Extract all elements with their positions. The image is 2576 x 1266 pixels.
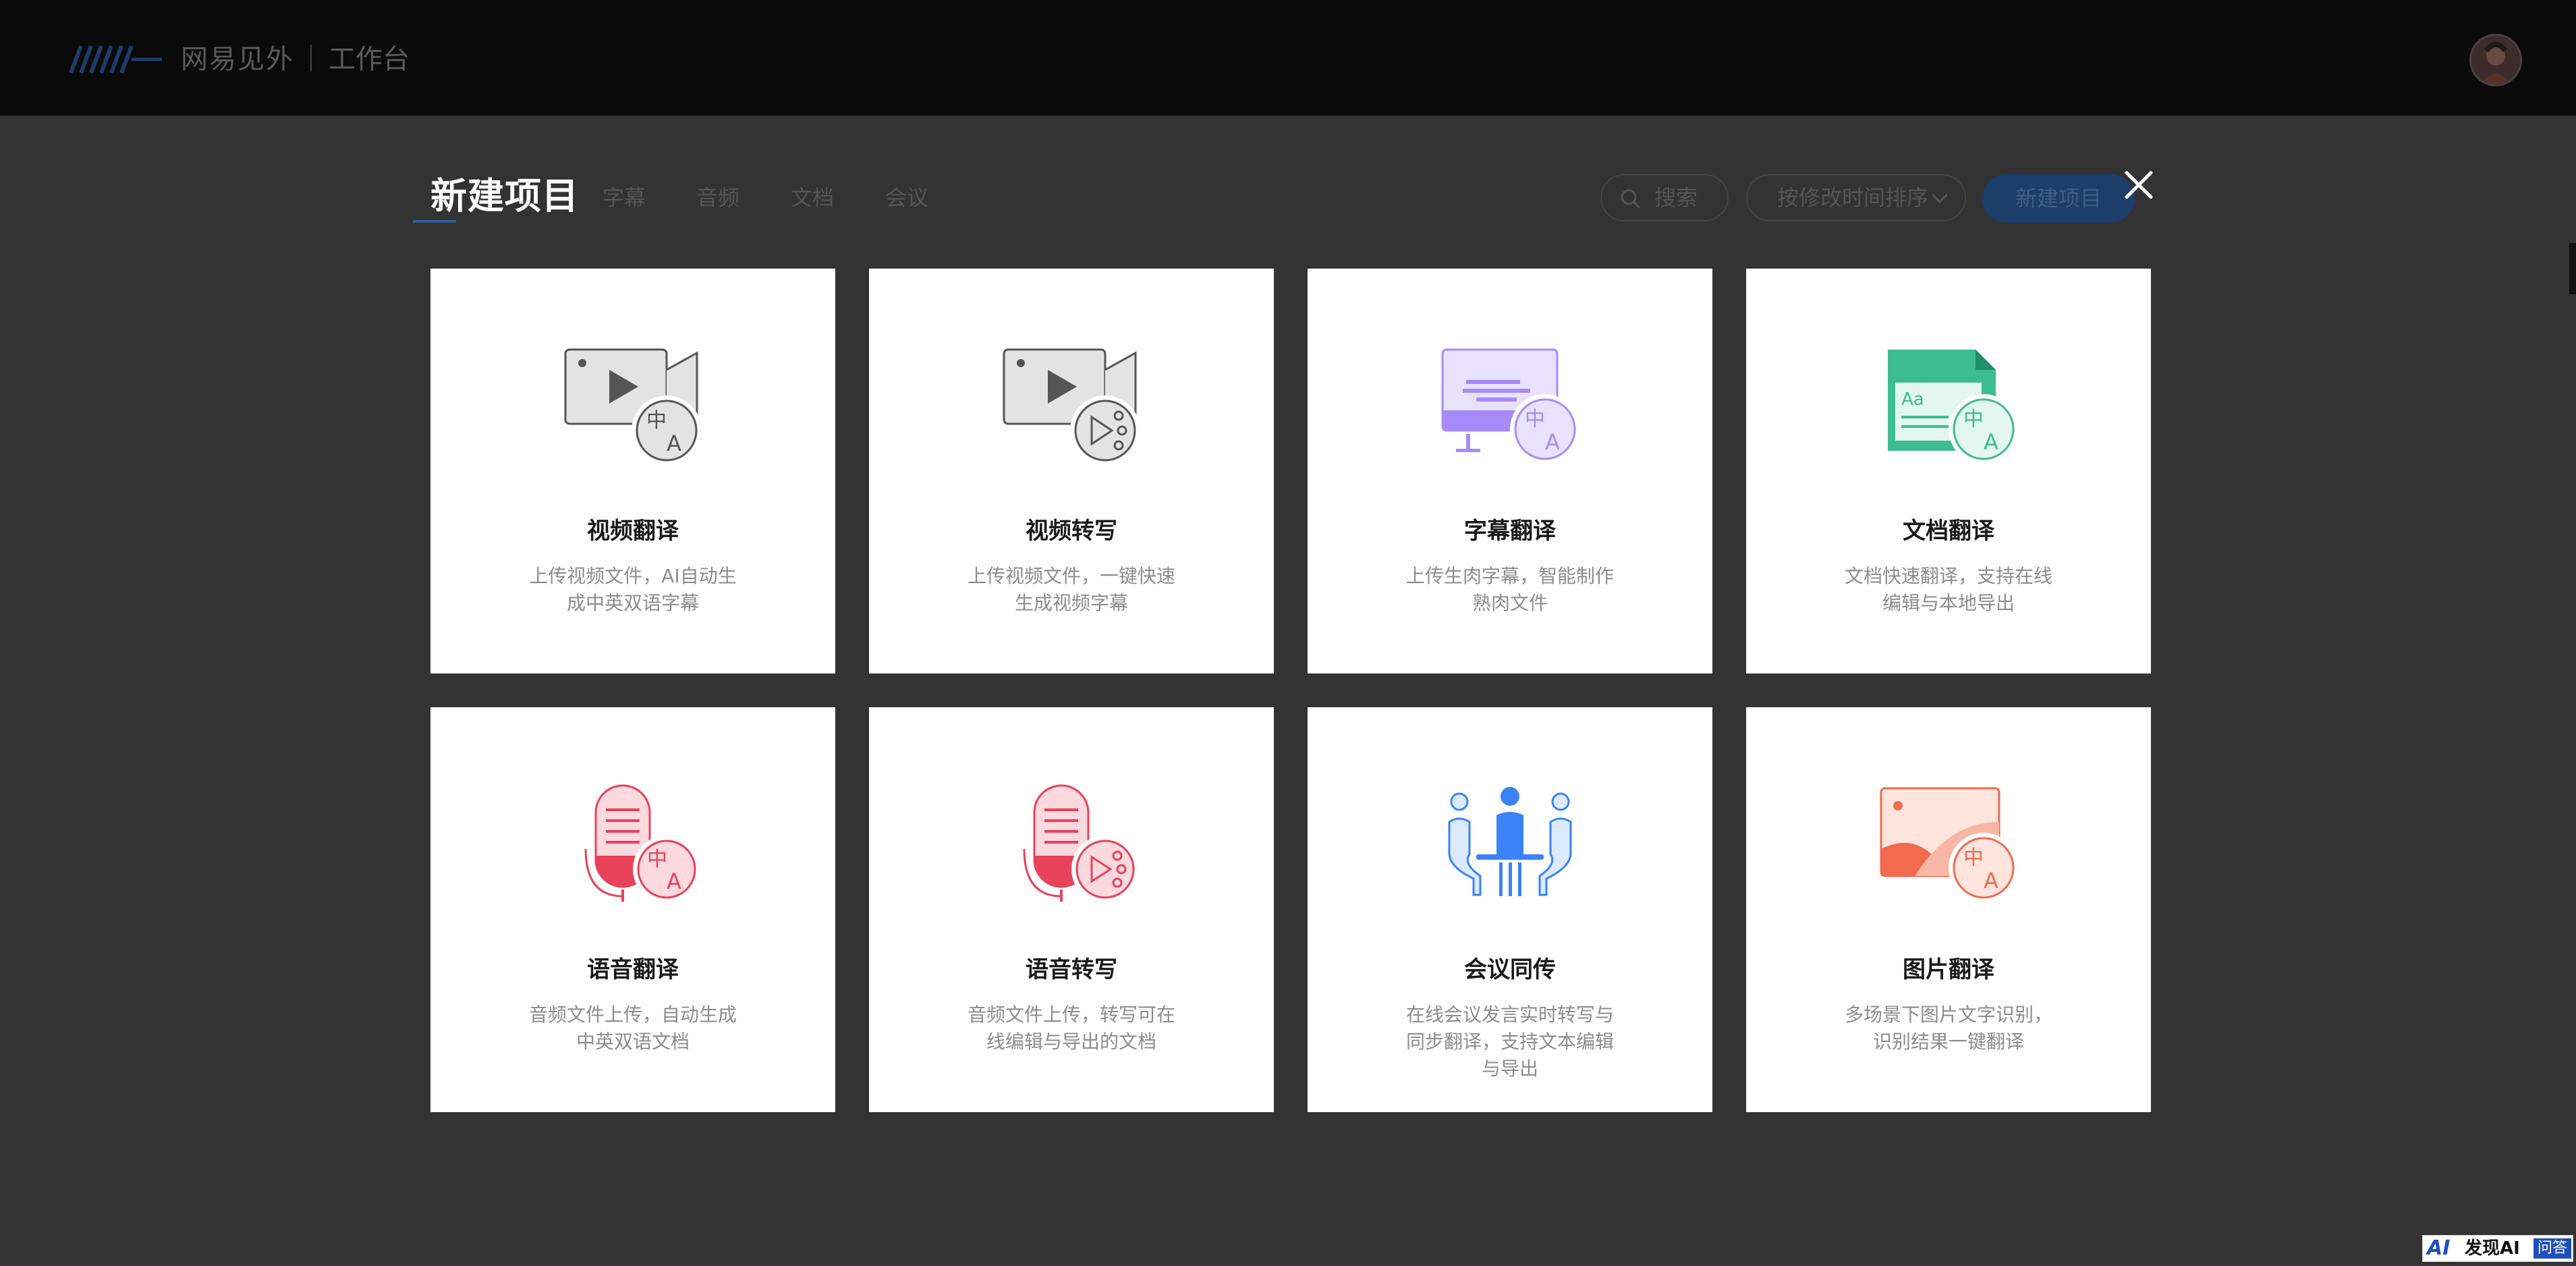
card-title: 会议同传: [1464, 956, 1556, 983]
search-placeholder: 搜索: [1654, 185, 1698, 211]
card-title: 图片翻译: [1903, 956, 1994, 983]
watermark-qa: 问答: [2533, 1238, 2571, 1259]
search-input: 搜索: [1600, 174, 1729, 221]
avatar-image-icon: [2471, 36, 2520, 84]
tab-meeting: 会议: [885, 185, 929, 211]
sort-dropdown: 按修改时间排序: [1746, 174, 1966, 221]
tab-subtitle: 字幕: [603, 185, 646, 211]
svg-text:中: 中: [646, 409, 667, 433]
card-video-transcribe[interactable]: 视频转写 上传视频文件，一键快速生成视频字幕: [869, 269, 1274, 673]
card-title: 视频转写: [1026, 518, 1117, 545]
card-description: 在线会议发言实时转写与同步翻译，支持文本编辑与导出: [1405, 1003, 1614, 1080]
card-title: 视频翻译: [587, 518, 679, 545]
tab-document: 文档: [791, 185, 835, 211]
tab-audio: 音频: [696, 185, 740, 211]
close-icon: [2125, 171, 2153, 199]
sort-label: 按修改时间排序: [1777, 185, 1929, 211]
dialog-title: 新建项目: [430, 175, 579, 217]
svg-text:A: A: [1984, 429, 1998, 455]
card-description: 多场景下图片文字识别，识别结果一键翻译: [1844, 1003, 2052, 1053]
card-audio-translate[interactable]: 中 A 语音翻译 音频文件上传，自动生成中英双语文档: [430, 707, 835, 1112]
new-project-button-underlay: 新建项目: [1982, 174, 2135, 223]
image-translate-icon: 中 A: [1874, 781, 2023, 903]
chevron-down-icon: [1931, 193, 1949, 204]
audio-translate-icon: 中 A: [559, 781, 707, 903]
svg-text:A: A: [667, 869, 681, 894]
card-meeting-interpret[interactable]: 会议同传 在线会议发言实时转写与同步翻译，支持文本编辑与导出: [1308, 707, 1712, 1112]
card-description: 上传视频文件，一键快速生成视频字幕: [967, 565, 1175, 614]
card-description: 上传视频文件，AI自动生成中英双语字幕: [529, 565, 737, 614]
brand-divider: [310, 45, 312, 72]
card-title: 字幕翻译: [1464, 518, 1556, 545]
svg-text:中: 中: [1963, 408, 1984, 431]
watermark-ai-logo: AI: [2427, 1236, 2451, 1260]
card-title: 语音转写: [1026, 956, 1117, 983]
svg-text:中: 中: [1525, 408, 1545, 431]
video-translate-icon: 中 A: [559, 343, 707, 464]
scrollbar-thumb: [2569, 243, 2576, 294]
user-avatar[interactable]: [2469, 34, 2522, 86]
svg-text:中: 中: [647, 848, 667, 871]
card-video-translate[interactable]: 中 A 视频翻译 上传视频文件，AI自动生成中英双语字幕: [430, 269, 835, 673]
svg-text:中: 中: [1963, 846, 1984, 870]
card-description: 文档快速翻译，支持在线编辑与本地导出: [1844, 565, 2052, 614]
card-document-translate[interactable]: Aa 中 A 文档翻译 文档快速翻译，支持在线编辑与本地导出: [1746, 269, 2151, 673]
workspace-label: 工作台: [329, 44, 410, 75]
brand-name: 网易见外: [181, 44, 294, 75]
card-title: 语音翻译: [587, 956, 679, 983]
card-description: 音频文件上传，自动生成中英双语文档: [528, 1003, 737, 1053]
audio-transcribe-icon: [997, 781, 1146, 903]
close-button[interactable]: [2119, 165, 2159, 205]
meeting-interpret-icon: [1436, 781, 1584, 903]
svg-text:A: A: [1984, 868, 1998, 893]
card-subtitle-translate[interactable]: 中 A 字幕翻译 上传生肉字幕，智能制作熟肉文件: [1308, 269, 1712, 673]
document-translate-icon: Aa 中 A: [1874, 343, 2023, 464]
subtitle-translate-icon: 中 A: [1436, 343, 1584, 464]
top-navigation-bar: 网易见外 工作台: [0, 0, 2576, 116]
search-icon: [1621, 189, 1641, 209]
video-transcribe-icon: [997, 343, 1146, 464]
card-description: 上传生肉字幕，智能制作熟肉文件: [1405, 565, 1614, 614]
watermark-text: 发现AI: [2465, 1238, 2520, 1259]
card-title: 文档翻译: [1903, 518, 1994, 545]
svg-text:Aa: Aa: [1901, 389, 1924, 410]
brand-logo-icon: [69, 45, 162, 74]
svg-text:A: A: [667, 431, 681, 456]
card-description: 音频文件上传，转写可在线编辑与导出的文档: [967, 1003, 1175, 1053]
svg-text:A: A: [1545, 429, 1560, 455]
card-image-translate[interactable]: 中 A 图片翻译 多场景下图片文字识别，识别结果一键翻译: [1746, 707, 2151, 1112]
watermark-badge: AI 发现AI 问答: [2422, 1235, 2573, 1262]
card-audio-transcribe[interactable]: 语音转写 音频文件上传，转写可在线编辑与导出的文档: [869, 707, 1274, 1112]
